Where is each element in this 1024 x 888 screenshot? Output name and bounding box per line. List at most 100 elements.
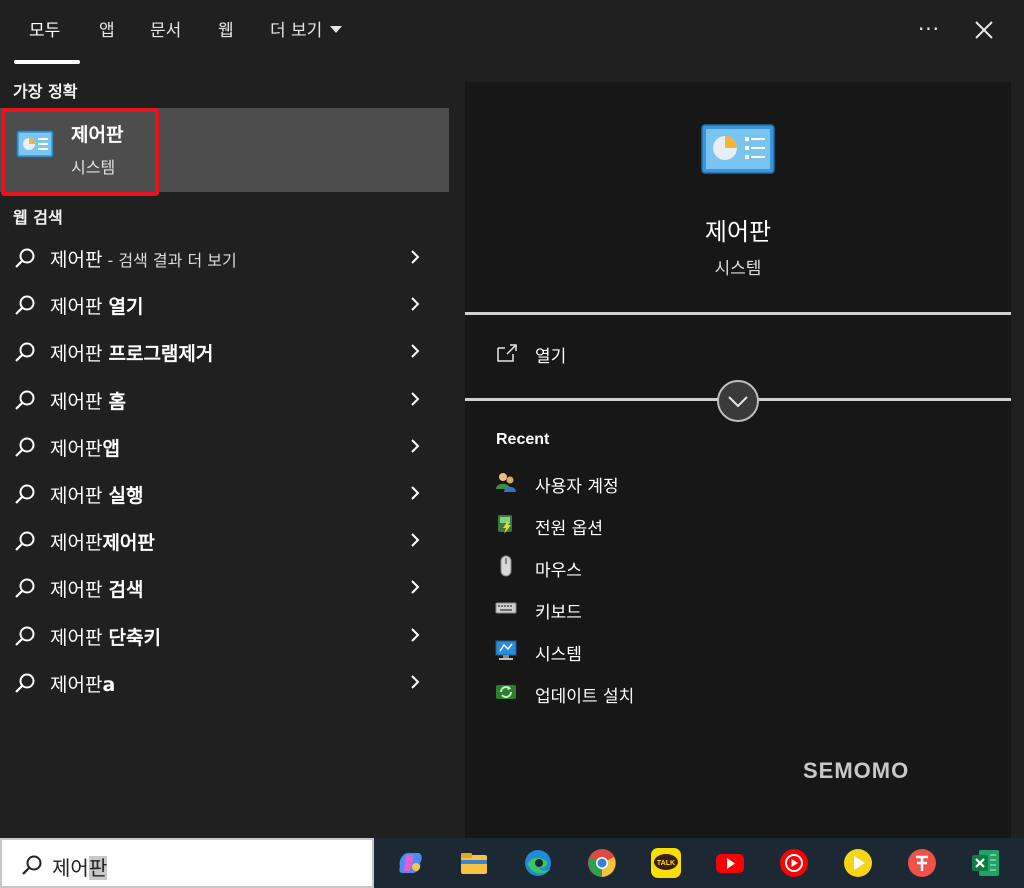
tab-more-label: 더 보기 (270, 21, 323, 41)
file-explorer-icon[interactable] (458, 847, 490, 879)
web-search-result-label: 제어판 열기 (50, 292, 143, 319)
web-search-result[interactable]: 제어판 프로그램제거 (0, 328, 449, 374)
web-search-result[interactable]: 제어판 실행 (0, 470, 449, 516)
results-panel: 가장 정확 제어판 시스템 웹 검색 제어판 - 검색 결과 더 보기 제어판 열… (0, 66, 449, 838)
result-suffix-bold: 단축키 (108, 626, 161, 649)
detail-panel: 제어판 시스템 열기 Recent 사용자 계정 전원 옵션 마우스 키보드 시… (465, 82, 1011, 838)
open-external-icon (497, 344, 517, 362)
keyboard-icon (495, 602, 517, 614)
result-suffix-bold: 검색 (108, 579, 144, 602)
recent-item[interactable]: 업데이트 설치 (495, 678, 795, 708)
recent-item-label: 전원 옵션 (535, 519, 603, 539)
result-prefix: 제어판 (50, 485, 109, 507)
web-search-result[interactable]: 제어판 단축키 (0, 612, 449, 658)
search-query: 제어판 (52, 852, 108, 881)
recent-item-label: 업데이트 설치 (535, 687, 635, 707)
web-search-result-label: 제어판 실행 (50, 481, 143, 508)
web-search-result-label: 제어판제어판 (50, 528, 155, 555)
result-prefix: 제어판 (50, 579, 109, 602)
recent-item-label: 사용자 계정 (535, 477, 619, 497)
chevron-right-icon (411, 675, 420, 689)
web-search-result[interactable]: 제어판앱 (0, 423, 449, 469)
youtube-icon[interactable] (714, 847, 746, 879)
chevron-right-icon (411, 627, 420, 642)
detail-subtitle: 시스템 (714, 259, 762, 279)
result-suffix-bold: 제어판 (102, 532, 155, 555)
watermark: SEMOMO (803, 758, 910, 783)
youtube-music-icon[interactable] (778, 847, 810, 879)
chevron-right-icon (411, 297, 420, 311)
web-search-result-label: 제어판a (50, 670, 115, 697)
search-icon (15, 248, 35, 268)
tab-web[interactable]: 웹 (218, 18, 234, 44)
chevron-right-icon (411, 250, 420, 264)
result-prefix: 제어판 (50, 249, 103, 271)
web-search-heading: 웹 검색 (13, 208, 63, 227)
media-player-icon[interactable] (842, 847, 874, 879)
tab-more[interactable]: 더 보기 (270, 18, 343, 44)
search-icon (15, 578, 35, 599)
web-search-result-label: 제어판 홈 (50, 387, 126, 414)
tab-documents[interactable]: 문서 (150, 18, 181, 44)
excel-icon[interactable] (970, 847, 1002, 879)
app-icon[interactable] (906, 847, 938, 879)
system-icon (495, 640, 517, 660)
search-icon (15, 437, 35, 457)
chevron-right-icon (411, 344, 420, 359)
close-icon (975, 21, 993, 39)
recent-item[interactable]: 키보드 (495, 594, 795, 624)
close-button[interactable] (966, 12, 1002, 48)
detail-title: 제어판 (704, 218, 772, 246)
result-prefix: 제어판 (50, 532, 103, 555)
copilot-icon[interactable] (394, 847, 426, 879)
edge-icon[interactable] (522, 847, 554, 879)
web-search-result[interactable]: 제어판a (0, 659, 449, 705)
web-search-result[interactable]: 제어판제어판 (0, 517, 449, 563)
chrome-icon[interactable] (586, 847, 618, 879)
recent-item[interactable]: 사용자 계정 (495, 468, 795, 498)
search-input[interactable]: 제어판 (0, 838, 374, 888)
web-search-result[interactable]: 제어판 - 검색 결과 더 보기 (0, 234, 449, 280)
web-search-result[interactable]: 제어판 열기 (0, 281, 449, 327)
more-options-button[interactable]: ··· (912, 14, 946, 48)
open-label: 열기 (535, 347, 567, 367)
kakaotalk-icon[interactable]: TALK (650, 847, 682, 879)
user-accounts-icon (496, 473, 516, 492)
result-suffix-bold: 홈 (108, 390, 126, 413)
tab-apps[interactable]: 앱 (99, 18, 115, 44)
recent-item-label: 시스템 (535, 645, 582, 665)
result-suffix-bold: a (102, 673, 116, 696)
search-selected-text: 판 (88, 856, 108, 880)
windows-update-icon (496, 685, 516, 699)
web-search-result[interactable]: 제어판 홈 (0, 376, 449, 422)
chevron-right-icon (411, 391, 420, 406)
power-options-icon (498, 515, 512, 534)
kakaotalk-label: TALK (657, 860, 675, 867)
recent-item[interactable]: 전원 옵션 (495, 510, 795, 540)
recent-item-label: 키보드 (535, 603, 582, 623)
red-highlight-box (1, 108, 159, 196)
search-icon (15, 531, 35, 551)
result-suffix-bold: 실행 (108, 485, 144, 507)
search-icon (15, 484, 35, 504)
recent-item[interactable]: 시스템 (495, 636, 795, 666)
web-search-result-label: 제어판앱 (50, 434, 120, 461)
web-search-result[interactable]: 제어판 검색 (0, 564, 449, 610)
recent-item[interactable]: 마우스 (495, 552, 795, 582)
search-icon (15, 390, 35, 410)
taskbar: 제어판 TALK (0, 838, 1024, 888)
open-action[interactable]: 열기 (495, 340, 695, 370)
search-icon (15, 673, 35, 693)
result-suffix-small: - 검색 결과 더 보기 (102, 251, 237, 270)
result-prefix: 제어판 (50, 343, 109, 366)
web-search-result-label: 제어판 프로그램제거 (50, 339, 213, 366)
expand-button[interactable] (717, 380, 759, 422)
result-suffix-bold: 열기 (108, 296, 144, 319)
tab-all[interactable]: 모두 (29, 18, 60, 44)
web-search-result-label: 제어판 단축키 (50, 623, 161, 650)
search-icon (15, 342, 35, 363)
recent-heading: Recent (496, 431, 550, 448)
best-match-heading: 가장 정확 (13, 82, 78, 101)
search-filter-bar: 모두 앱 문서 웹 더 보기 ··· (0, 0, 1024, 66)
result-prefix: 제어판 (50, 437, 103, 460)
